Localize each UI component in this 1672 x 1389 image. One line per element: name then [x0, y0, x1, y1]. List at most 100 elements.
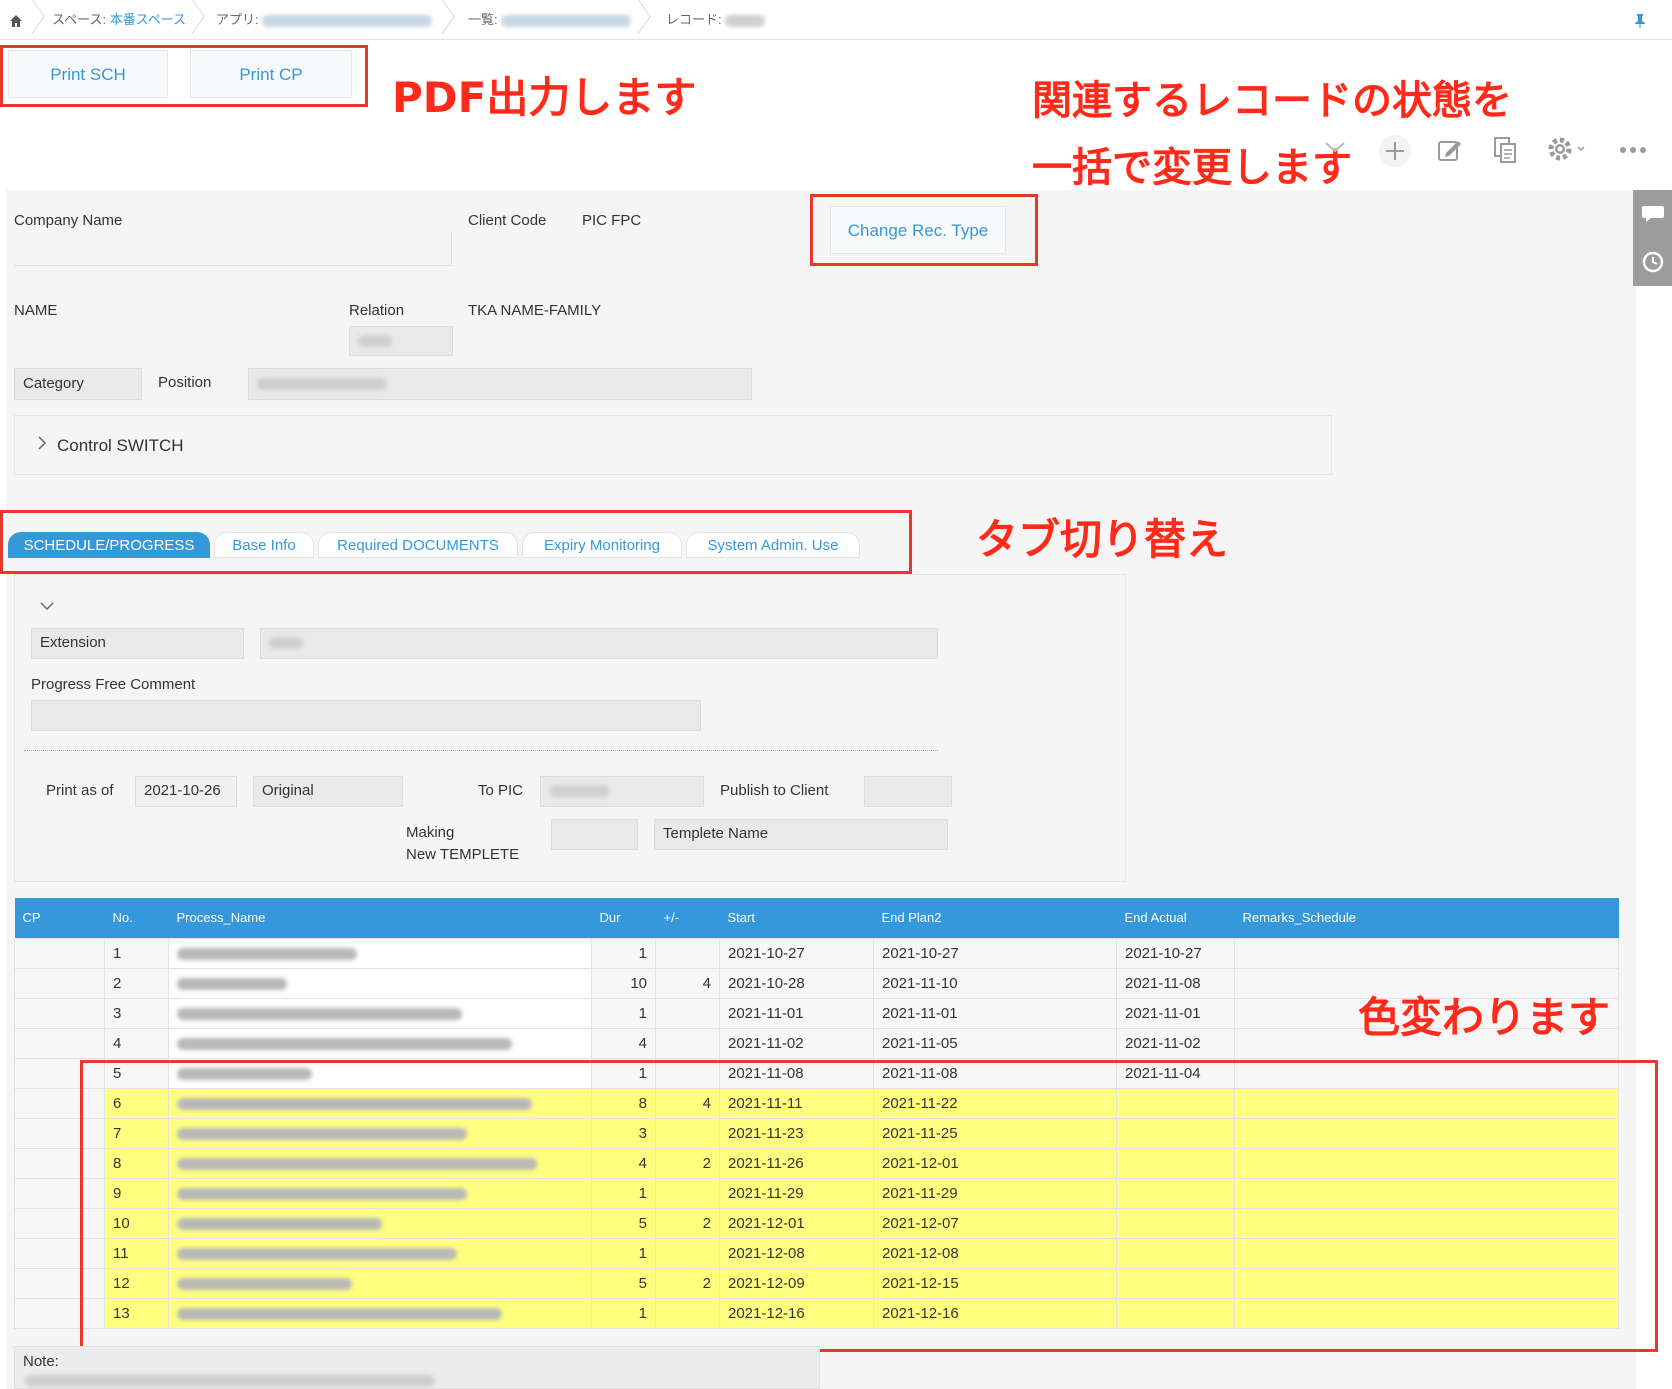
relation-label: Relation	[349, 302, 405, 319]
blurred-note-value	[25, 1375, 435, 1387]
breadcrumb-space[interactable]: スペース: 本番スペース	[52, 0, 186, 40]
breadcrumb-separator	[182, 0, 196, 40]
end-actual-cell: 2021-10-27	[1116, 937, 1235, 969]
start-cell: 2021-11-02	[719, 1027, 874, 1059]
making-label-line1: Making	[406, 824, 455, 841]
blurred-process-name	[177, 1037, 512, 1050]
remarks-schedule-cell	[1234, 937, 1619, 969]
note-box[interactable]: Note:	[14, 1346, 820, 1389]
blurred-view-name	[501, 14, 632, 27]
company-name-value	[14, 232, 452, 266]
breadcrumb-space-name[interactable]: 本番スペース	[110, 12, 186, 27]
col-header-remarks-schedule: Remarks_Schedule	[1234, 898, 1619, 938]
print-as-of-field[interactable]: 2021-10-26	[135, 776, 237, 807]
breadcrumb-space-label: スペース:	[52, 12, 107, 27]
divider	[24, 750, 938, 751]
extension-field[interactable]	[260, 628, 938, 659]
duplicate-icon[interactable]	[1492, 136, 1518, 169]
breadcrumb-view-label: 一覧:	[468, 12, 498, 27]
start-cell: 2021-10-28	[719, 967, 874, 999]
making-new-templete-field[interactable]	[551, 819, 638, 850]
no-cell: 2	[104, 967, 169, 999]
annotation-bulk-line2: 一括で変更します	[1032, 145, 1352, 191]
cp-cell	[14, 937, 105, 969]
end-plan2-cell: 2021-11-10	[873, 967, 1117, 999]
blurred-process-name	[177, 947, 357, 960]
start-cell: 2021-10-27	[719, 937, 874, 969]
pin-icon[interactable]	[1634, 0, 1646, 40]
annotation-pdf: PDF出力します	[392, 73, 697, 122]
blurred-relation-value	[358, 335, 392, 348]
original-field[interactable]: Original	[253, 776, 403, 807]
breadcrumb-record-label: レコード:	[666, 12, 722, 27]
gear-icon[interactable]	[1546, 134, 1590, 169]
col-header-start: Start	[719, 898, 874, 938]
position-label: Position	[158, 374, 212, 391]
category-field[interactable]: Category	[14, 368, 142, 400]
progress-free-comment-field[interactable]	[31, 700, 701, 731]
note-label: Note:	[23, 1353, 59, 1370]
annotation-box-tabs	[0, 510, 912, 574]
plus-minus-cell	[655, 937, 720, 969]
col-header-dur: Dur	[591, 898, 656, 938]
blurred-app-name	[262, 14, 433, 27]
more-options-icon[interactable]	[1618, 140, 1648, 165]
no-cell: 1	[104, 937, 169, 969]
edit-icon[interactable]	[1436, 136, 1464, 169]
blurred-record-id	[725, 14, 766, 27]
end-actual-cell: 2021-11-08	[1116, 967, 1235, 999]
client-code-label: Client Code	[468, 212, 547, 229]
annotation-box-print	[0, 45, 368, 107]
end-plan2-cell: 2021-10-27	[873, 937, 1117, 969]
annotation-bulk-line1: 関連するレコードの状態を	[1032, 78, 1512, 124]
dur-cell: 10	[591, 967, 656, 999]
dur-cell: 1	[591, 937, 656, 969]
blurred-extension-value	[269, 637, 303, 650]
col-header-no: No.	[104, 898, 169, 938]
breadcrumb-app[interactable]: アプリ:	[216, 0, 433, 40]
to-pic-label: To PIC	[478, 782, 524, 799]
end-plan2-cell: 2021-11-01	[873, 997, 1117, 1029]
process-name-cell	[168, 967, 592, 999]
annotation-box-change-rec	[810, 194, 1038, 266]
blurred-process-name	[177, 1007, 462, 1020]
chevron-right-icon[interactable]	[37, 436, 47, 455]
breadcrumb-separator	[22, 0, 36, 40]
position-field[interactable]	[248, 368, 752, 400]
blurred-to-pic-value	[549, 785, 609, 798]
comment-icon[interactable]	[1641, 204, 1665, 229]
collapse-icon[interactable]	[1322, 135, 1348, 166]
relation-field[interactable]	[349, 326, 453, 356]
table-row[interactable]: 1 1 2021-10-27 2021-10-27 2021-10-27	[14, 937, 1619, 969]
dur-cell: 1	[591, 997, 656, 1029]
publish-to-client-field[interactable]	[864, 776, 952, 807]
breadcrumb-app-label: アプリ:	[216, 12, 259, 27]
cp-cell	[14, 967, 105, 999]
annotation-box-color	[80, 1060, 1658, 1352]
pic-fpc-label: PIC FPC	[582, 212, 642, 229]
annotation-tabs: タブ切り替え	[976, 515, 1229, 564]
no-cell: 4	[104, 1027, 169, 1059]
add-record-icon[interactable]	[1378, 134, 1412, 173]
dur-cell: 4	[591, 1027, 656, 1059]
col-header-process-name: Process_Name	[168, 898, 592, 938]
end-plan2-cell: 2021-11-05	[873, 1027, 1117, 1059]
breadcrumb-separator	[628, 0, 642, 40]
tka-name-family-label: TKA NAME-FAMILY	[468, 302, 602, 319]
end-actual-cell: 2021-11-01	[1116, 997, 1235, 1029]
to-pic-field[interactable]	[540, 776, 704, 807]
breadcrumb-record: レコード:	[666, 0, 766, 40]
templete-name-field[interactable]: Templete Name	[654, 819, 948, 850]
cp-cell	[14, 1027, 105, 1059]
col-header-cp: CP	[14, 898, 105, 938]
chevron-down-icon[interactable]	[40, 598, 54, 616]
making-label-line2: New TEMPLETE	[406, 846, 520, 863]
process-name-cell	[168, 1027, 592, 1059]
blurred-position-value	[257, 378, 387, 391]
control-switch-group[interactable]: Control SWITCH	[14, 415, 1332, 475]
breadcrumb-view[interactable]: 一覧:	[468, 0, 632, 40]
history-icon[interactable]	[1641, 250, 1665, 279]
plus-minus-cell	[655, 997, 720, 1029]
breadcrumb-separator	[432, 0, 446, 40]
col-header-plus-minus: +/-	[655, 898, 720, 938]
